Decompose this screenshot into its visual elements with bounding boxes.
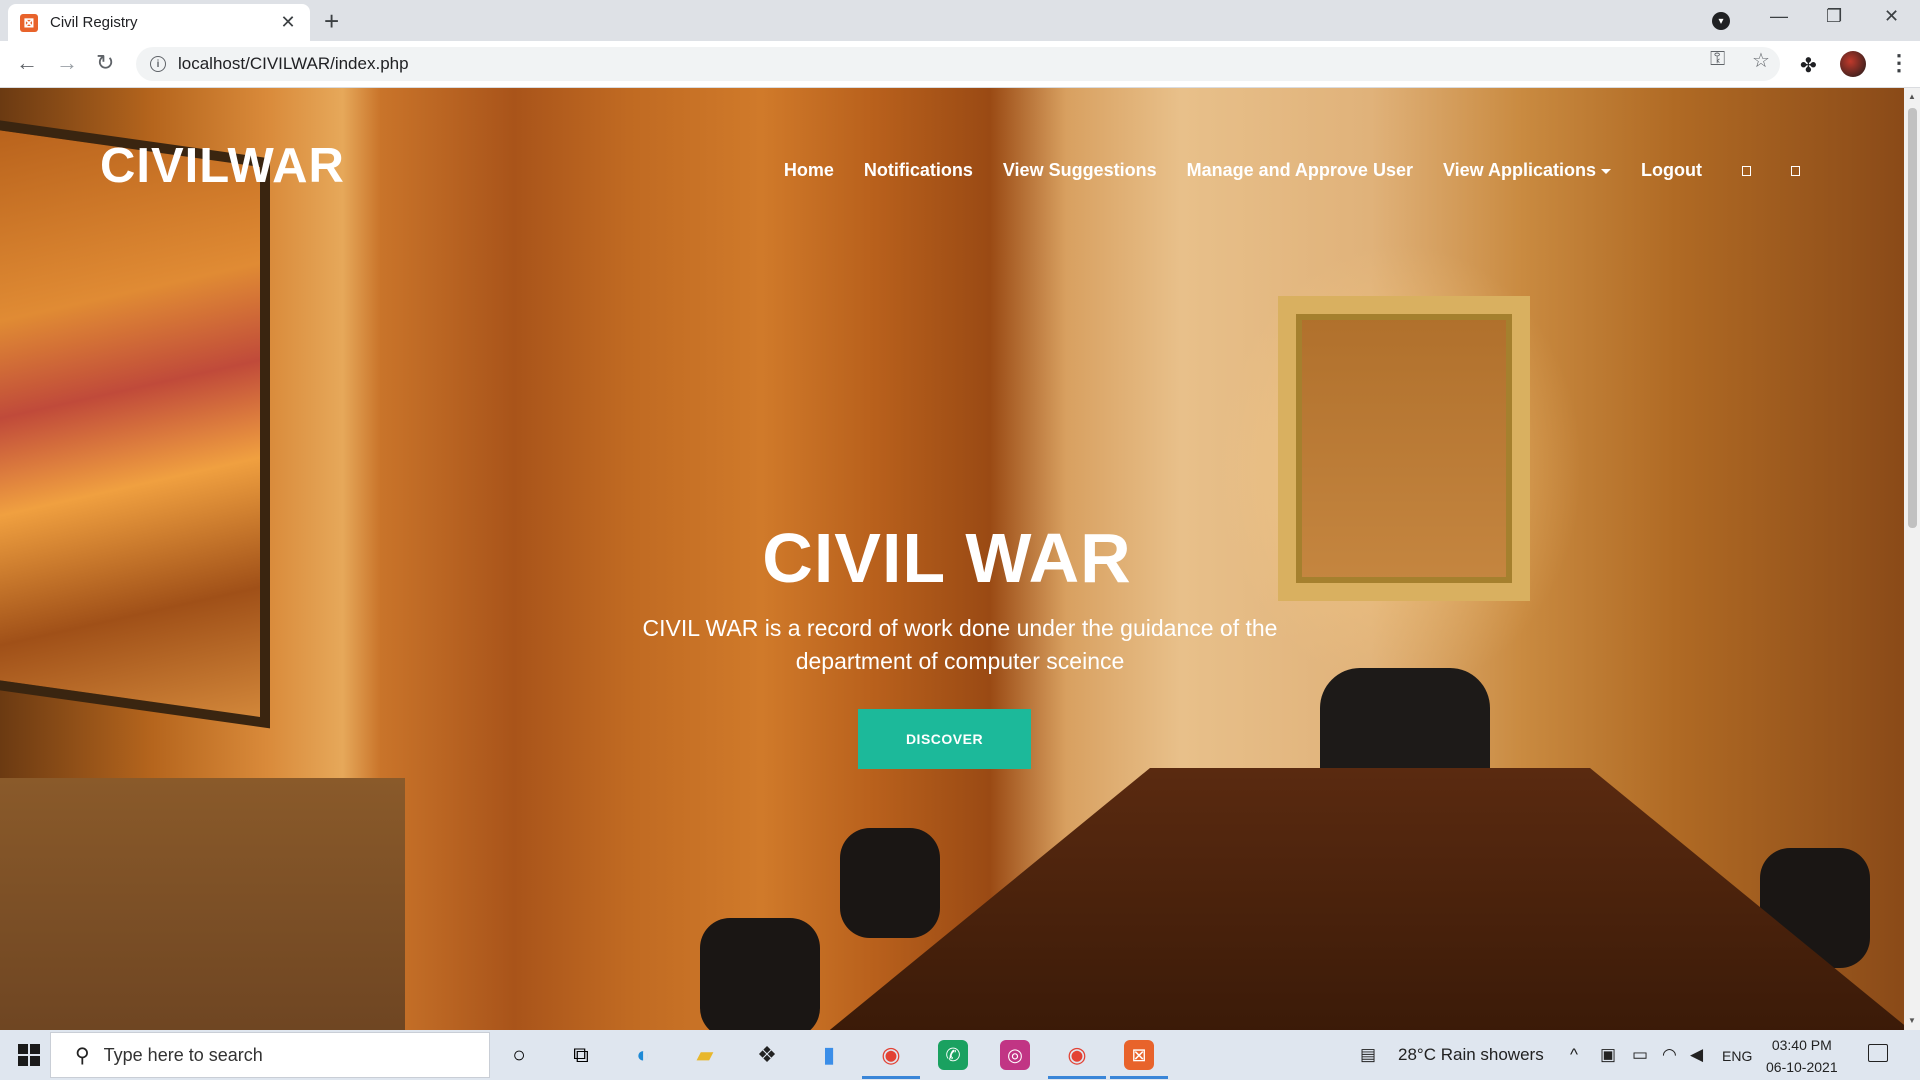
file-explorer-icon[interactable]: ▰ <box>690 1040 720 1070</box>
xampp-favicon-icon: ⊠ <box>20 13 38 32</box>
browser-tab[interactable]: ⊠ Civil Registry ✕ <box>8 4 310 41</box>
windows-start-icon[interactable] <box>18 1044 40 1066</box>
whatsapp-icon[interactable]: ✆ <box>938 1040 968 1070</box>
profile-avatar[interactable] <box>1840 51 1866 77</box>
close-window-icon[interactable]: ✕ <box>1884 6 1899 27</box>
weather-text[interactable]: 28°C Rain showers <box>1398 1045 1544 1065</box>
background-chair <box>700 918 820 1030</box>
restore-icon[interactable]: ❐ <box>1826 6 1842 27</box>
missing-glyph-icon[interactable] <box>1742 165 1751 176</box>
nav-menu: Home Notifications View Suggestions Mana… <box>754 160 1800 181</box>
chrome-icon[interactable]: ◉ <box>876 1040 906 1070</box>
hero-section: CIVIL WAR CIVIL WAR is a record of work … <box>0 518 1904 678</box>
instagram-icon[interactable]: ◎ <box>1000 1040 1030 1070</box>
task-view-icon[interactable]: ⧉ <box>566 1040 596 1070</box>
scroll-down-icon[interactable]: ▼ <box>1908 1016 1916 1025</box>
clock-date: 06-10-2021 <box>1766 1059 1838 1075</box>
scrollbar-thumb[interactable] <box>1908 108 1917 528</box>
forward-icon[interactable]: → <box>56 51 78 75</box>
nav-view-applications[interactable]: View Applications <box>1442 160 1612 181</box>
xampp-icon[interactable]: ⊠ <box>1124 1040 1154 1070</box>
dropdown-caret-icon <box>1601 168 1612 174</box>
page-viewport: CIVILWAR Home Notifications View Suggest… <box>0 88 1904 1030</box>
page-scrollbar[interactable]: ▲ ▼ <box>1904 88 1920 1030</box>
search-icon: ⚲ <box>75 1044 90 1067</box>
url-text[interactable]: localhost/CIVILWAR/index.php <box>178 54 409 74</box>
edge-icon[interactable]: ◐ <box>628 1040 658 1070</box>
tab-close-icon[interactable]: ✕ <box>278 12 298 33</box>
key-icon[interactable]: ⚿ <box>1710 48 1725 71</box>
nav-view-suggestions[interactable]: View Suggestions <box>1003 160 1157 181</box>
volume-icon[interactable]: ◀ <box>1690 1045 1703 1065</box>
site-navbar: CIVILWAR Home Notifications View Suggest… <box>100 138 1800 198</box>
site-brand[interactable]: CIVILWAR <box>100 138 345 194</box>
minimize-icon[interactable]: — <box>1770 6 1788 27</box>
nav-manage-users[interactable]: Manage and Approve User <box>1187 160 1413 181</box>
nav-notifications[interactable]: Notifications <box>864 160 973 181</box>
browser-chrome: ⊠ Civil Registry ✕ + ▾ — ❐ ✕ ← → ↻ i loc… <box>0 0 1920 88</box>
tray-overflow-icon[interactable]: ^ <box>1570 1045 1578 1065</box>
hero-title: CIVIL WAR <box>762 519 1132 597</box>
browser-toolbar: ← → ↻ i localhost/CIVILWAR/index.php ⚿ ☆… <box>0 41 1920 88</box>
wifi-icon[interactable]: ◠ <box>1662 1045 1677 1065</box>
taskbar-search[interactable]: ⚲ Type here to search <box>50 1032 490 1078</box>
cortana-icon[interactable]: ○ <box>504 1040 534 1070</box>
active-app-indicator <box>1110 1076 1168 1079</box>
dropbox-icon[interactable]: ❖ <box>752 1040 782 1070</box>
windows-taskbar: ⚲ Type here to search ○ ⧉ ◐ ▰ ❖ ▮ ◉ ✆ ◎ … <box>0 1030 1920 1080</box>
bookmark-star-icon[interactable]: ☆ <box>1752 48 1770 73</box>
reload-icon[interactable]: ↻ <box>96 51 114 75</box>
tab-title: Civil Registry <box>50 14 138 31</box>
active-app-indicator <box>862 1076 920 1079</box>
nav-home[interactable]: Home <box>784 160 834 181</box>
back-icon[interactable]: ← <box>16 51 38 75</box>
menu-kebab-icon[interactable]: ⋮ <box>1888 50 1910 76</box>
chrome-profile-icon[interactable]: ◉ <box>1062 1040 1092 1070</box>
hero-subtitle: CIVIL WAR is a record of work done under… <box>642 615 1278 674</box>
site-info-icon[interactable]: i <box>150 56 166 72</box>
notification-center-icon[interactable] <box>1868 1044 1888 1062</box>
nav-logout[interactable]: Logout <box>1641 160 1702 181</box>
weather-icon[interactable]: ▤ <box>1360 1045 1376 1065</box>
active-app-indicator <box>1048 1076 1106 1079</box>
meet-icon[interactable]: ▣ <box>1600 1045 1616 1065</box>
phone-icon[interactable]: ▮ <box>814 1040 844 1070</box>
battery-icon[interactable]: ▭ <box>1632 1045 1648 1065</box>
nav-view-applications-label: View Applications <box>1442 160 1597 180</box>
scroll-up-icon[interactable]: ▲ <box>1908 92 1916 101</box>
discover-button[interactable]: DISCOVER <box>858 709 1031 769</box>
search-placeholder: Type here to search <box>103 1044 263 1065</box>
tab-search-icon[interactable]: ▾ <box>1712 12 1730 30</box>
missing-glyph-icon[interactable] <box>1791 165 1800 176</box>
extensions-puzzle-icon[interactable]: ✤ <box>1800 53 1817 78</box>
new-tab-button[interactable]: + <box>324 8 339 34</box>
clock-time: 03:40 PM <box>1771 1037 1832 1053</box>
address-bar[interactable]: i localhost/CIVILWAR/index.php <box>136 47 1780 81</box>
background-wall <box>0 778 405 1030</box>
taskbar-clock[interactable]: 03:40 PM 06-10-2021 <box>1766 1034 1838 1078</box>
language-indicator[interactable]: ENG <box>1722 1048 1752 1064</box>
background-table <box>820 768 1904 1030</box>
tab-strip: ⊠ Civil Registry ✕ + ▾ — ❐ ✕ <box>0 0 1920 41</box>
background-chair <box>840 828 940 938</box>
